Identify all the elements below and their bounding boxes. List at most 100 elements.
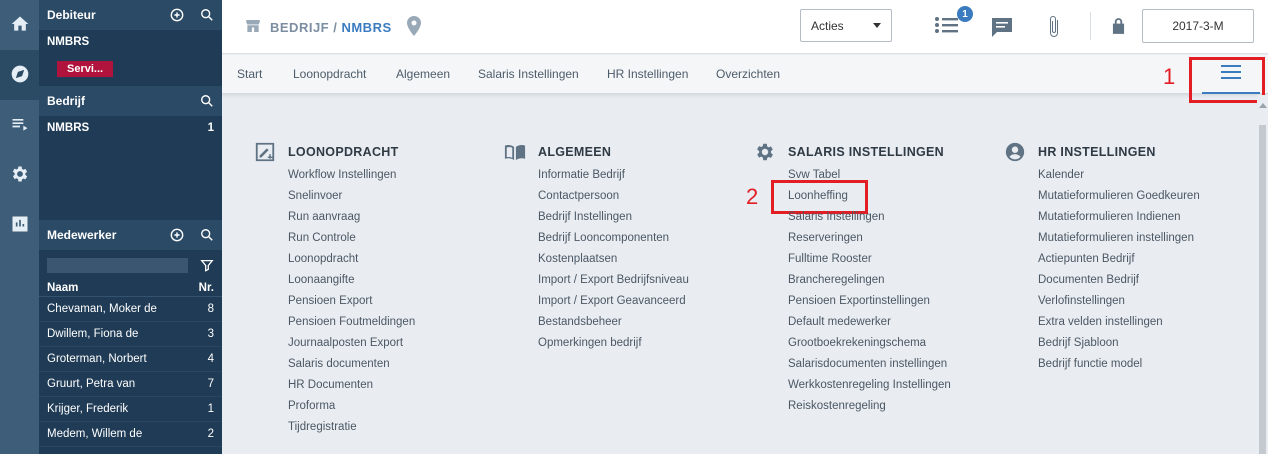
employee-row[interactable]: Krijger, Frederik 1 [39,397,222,422]
acties-dropdown[interactable]: Acties [800,9,892,42]
home-nav[interactable] [0,0,39,50]
employee-name: Krijger, Frederik [47,403,129,415]
add-icon[interactable] [170,8,184,22]
menu-link[interactable]: Brancheregelingen [788,270,951,291]
menu-link[interactable]: Grootboekrekeningschema [788,333,951,354]
tab-salaris-instellingen[interactable]: Salaris Instellingen [478,67,579,81]
menu-link[interactable]: Reiskostenregeling [788,396,951,417]
employee-row[interactable]: Dwillem, Fiona de 3 [39,322,222,347]
icon-rail [0,0,39,454]
employee-row[interactable]: Groterman, Norbert 4 [39,347,222,372]
column-header: LOONOPDRACHT [254,142,415,162]
menu-link[interactable]: Bedrijf functie model [1038,354,1200,375]
menu-link[interactable]: Verlofinstellingen [1038,291,1200,312]
compass-icon [10,64,30,87]
menu-link[interactable]: Opmerkingen bedrijf [538,333,689,354]
search-icon[interactable] [200,8,214,22]
menu-link[interactable]: Salarisdocumenten instellingen [788,354,951,375]
col-naam[interactable]: Naam [47,282,78,294]
column-title: HR INSTELLINGEN [1038,145,1156,159]
debiteur-name-row[interactable]: NMBRS [39,30,222,54]
breadcrumb-current[interactable]: NMBRS [341,20,391,35]
add-icon[interactable] [170,228,184,242]
menu-link[interactable]: Import / Export Bedrijfsniveau [538,270,689,291]
content-scrollbar[interactable] [1257,95,1268,454]
scroll-up-arrow[interactable] [1259,103,1267,108]
employee-row[interactable]: Medem, Willem de 2 [39,422,222,447]
menu-link[interactable]: Informatie Bedrijf [538,165,689,186]
employee-row[interactable]: Gruurt, Petra van 7 [39,372,222,397]
menu-link[interactable]: Default medewerker [788,312,951,333]
employee-nr: 1 [207,403,214,415]
column-header: ALGEMEEN [504,143,689,161]
service-badge[interactable]: Servi... [57,61,114,77]
menu-link[interactable]: Loonheffing [788,186,951,207]
filter-icon[interactable] [200,258,214,272]
menu-link[interactable]: Import / Export Geavanceerd [538,291,689,312]
menu-link[interactable]: Bedrijf Looncomponenten [538,228,689,249]
menu-link[interactable]: Salaris Instellingen [788,207,951,228]
menu-link[interactable]: Mutatieformulieren Goedkeuren [1038,186,1200,207]
menu-link[interactable]: Reserveringen [788,228,951,249]
menu-link[interactable]: Documenten Bedrijf [1038,270,1200,291]
menu-link[interactable]: Pensioen Exportinstellingen [788,291,951,312]
menu-link[interactable]: Bedrijf Sjabloon [1038,333,1200,354]
menu-link[interactable]: Salaris documenten [288,354,415,375]
menu-link[interactable]: Pensioen Foutmeldingen [288,312,415,333]
paperclip-icon[interactable] [1047,14,1061,43]
menu-link[interactable]: Snelinvoer [288,186,415,207]
location-pin-icon[interactable] [406,16,422,39]
settings-nav[interactable] [0,150,39,200]
search-icon[interactable] [200,94,214,108]
menu-link[interactable]: Run aanvraag [288,207,415,228]
menu-link[interactable]: Actiepunten Bedrijf [1038,249,1200,270]
compass-nav[interactable] [0,50,39,100]
menu-link[interactable]: Mutatieformulieren Indienen [1038,207,1200,228]
tab-hr-instellingen[interactable]: HR Instellingen [607,67,688,81]
chat-icon[interactable] [990,16,1014,41]
tab-loonopdracht[interactable]: Loonopdracht [293,67,366,81]
breadcrumb-prefix: BEDRIJF / [270,20,342,35]
bedrijf-row[interactable]: NMBRS 1 [39,116,222,140]
menu-link[interactable]: Pensioen Export [288,291,415,312]
employee-nr: 8 [207,303,214,315]
employee-name: Dwillem, Fiona de [47,328,139,340]
menu-link[interactable]: Bedrijf Instellingen [538,207,689,228]
task-list-icon[interactable] [934,14,960,39]
search-icon[interactable] [200,228,214,242]
menu-link[interactable]: Extra velden instellingen [1038,312,1200,333]
menu-link[interactable]: Loonopdracht [288,249,415,270]
tab-overzichten[interactable]: Overzichten [716,67,780,81]
tab-algemeen[interactable]: Algemeen [396,67,450,81]
menu-link[interactable]: Workflow Instellingen [288,165,415,186]
annotation-number-1: 1 [1163,64,1176,89]
menu-link[interactable]: Contactpersoon [538,186,689,207]
menu-link[interactable]: Fulltime Rooster [788,249,951,270]
col-nr[interactable]: Nr. [199,282,214,294]
menu-link[interactable]: Mutatieformulieren instellingen [1038,228,1200,249]
menu-link[interactable]: Run Controle [288,228,415,249]
employee-filter-input[interactable] [47,257,188,273]
menu-link[interactable]: Werkkostenregeling Instellingen [788,375,951,396]
period-selector[interactable]: 2017-3-M [1142,9,1254,43]
menu-link[interactable]: Tijdregistratie [288,417,415,438]
column-salaris-instellingen: SALARIS INSTELLINGEN Svw Tabel Loonheffin… [757,143,951,417]
column-title: ALGEMEEN [538,145,612,159]
reports-nav[interactable] [0,200,39,250]
tab-start[interactable]: Start [237,67,262,81]
menu-link[interactable]: HR Documenten [288,375,415,396]
period-label: 2017-3-M [1172,19,1224,33]
menu-link[interactable]: Loonaangifte [288,270,415,291]
menu-link[interactable]: Kalender [1038,165,1200,186]
employee-nr: 4 [207,353,214,365]
employee-filter-row [39,250,222,280]
menu-link[interactable]: Svw Tabel [788,165,951,186]
menu-link[interactable]: Kostenplaatsen [538,249,689,270]
menu-link[interactable]: Proforma [288,396,415,417]
employee-row[interactable]: Chevaman, Moker de 8 [39,297,222,322]
scroll-thumb[interactable] [1259,125,1266,454]
lock-icon[interactable] [1112,17,1125,37]
queue-nav[interactable] [0,100,39,150]
menu-link[interactable]: Bestandsbeheer [538,312,689,333]
menu-link[interactable]: Journaalposten Export [288,333,415,354]
